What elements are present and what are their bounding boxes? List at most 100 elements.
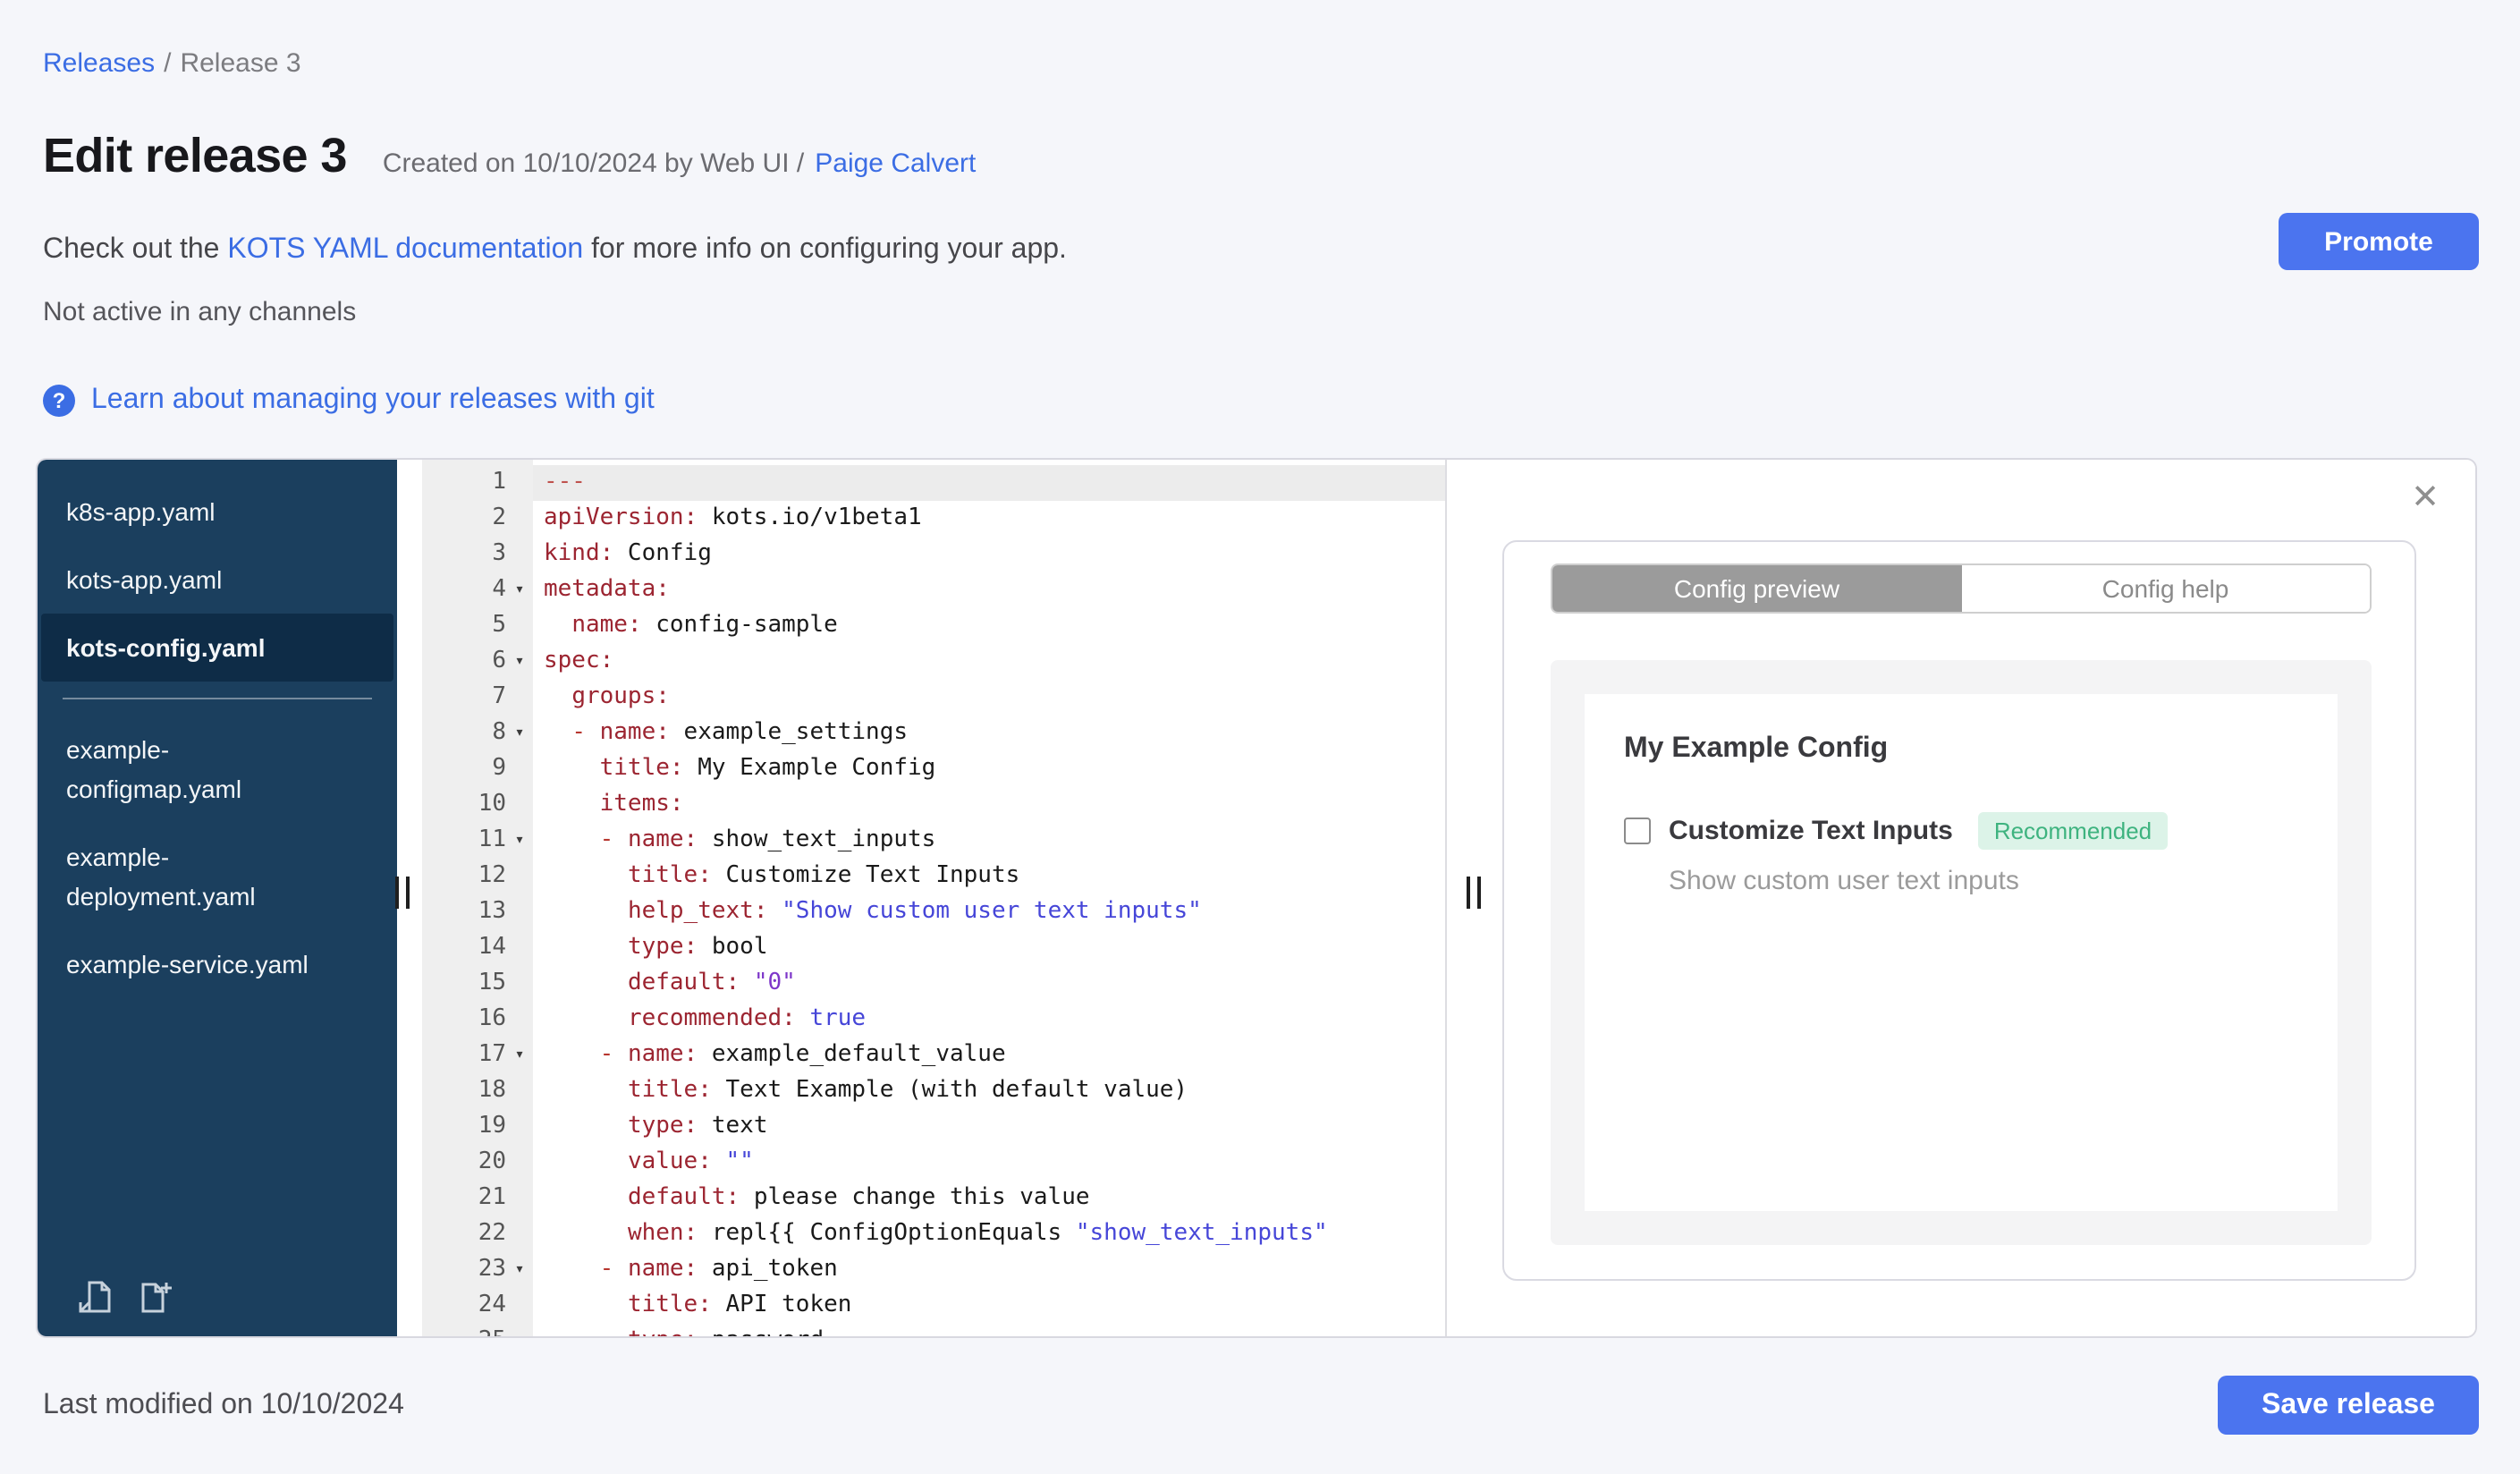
customize-text-inputs-checkbox[interactable]: [1624, 817, 1651, 844]
line-number: 23: [478, 1256, 506, 1283]
yaml-code-editor[interactable]: --- apiVersion: kots.io/v1beta1 kind: Conf…: [533, 460, 1445, 1336]
token-key: spec:: [544, 648, 614, 674]
code-line-24[interactable]: title: API token: [533, 1288, 1445, 1324]
breadcrumb: Releases / Release 3: [43, 48, 301, 79]
code-line-21[interactable]: default: please change this value: [533, 1181, 1445, 1216]
file-item-kots-config-yaml[interactable]: kots-config.yaml: [41, 614, 393, 682]
token-key: metadata:: [544, 576, 670, 603]
breadcrumb-releases-link[interactable]: Releases: [43, 48, 155, 79]
code-line-5[interactable]: name: config-sample: [533, 608, 1445, 644]
code-line-17[interactable]: - name: example_default_value: [533, 1038, 1445, 1073]
code-line-8[interactable]: - name: example_settings: [533, 716, 1445, 751]
code-line-23[interactable]: - name: api_token: [533, 1252, 1445, 1288]
new-file-icon[interactable]: [138, 1279, 173, 1315]
gutter-line-18: 18: [422, 1073, 533, 1109]
config-item-label[interactable]: Customize Text Inputs: [1669, 816, 1953, 846]
upload-file-icon[interactable]: [77, 1279, 113, 1315]
code-line-2[interactable]: apiVersion: kots.io/v1beta1: [533, 501, 1445, 537]
fold-toggle-icon[interactable]: ▾: [506, 644, 533, 680]
code-line-10[interactable]: items:: [533, 787, 1445, 823]
code-line-6[interactable]: spec:: [533, 644, 1445, 680]
code-line-18[interactable]: title: Text Example (with default value): [533, 1073, 1445, 1109]
code-line-13[interactable]: help_text: "Show custom user text inputs…: [533, 894, 1445, 930]
code-line-12[interactable]: title: Customize Text Inputs: [533, 859, 1445, 894]
file-item-k8s-app-yaml[interactable]: k8s-app.yaml: [38, 478, 397, 546]
line-number: 16: [478, 1005, 506, 1032]
code-line-4[interactable]: metadata:: [533, 572, 1445, 608]
code-line-1[interactable]: ---: [533, 465, 1445, 501]
created-text: Created on 10/10/2024 by Web UI /: [382, 148, 805, 179]
config-item-help-text: Show custom user text inputs: [1669, 866, 2019, 896]
page: Releases / Release 3 Edit release 3 Create…: [0, 0, 2520, 1474]
code-line-22[interactable]: when: repl{{ ConfigOptionEquals "show_te…: [533, 1216, 1445, 1252]
git-releases-link[interactable]: Learn about managing your releases with …: [91, 385, 655, 417]
preview-tab-toggle: Config preview Config help: [1551, 563, 2372, 614]
fold-toggle-icon[interactable]: ▾: [506, 1038, 533, 1073]
author-link[interactable]: Paige Calvert: [815, 148, 976, 179]
fold-toggle-icon[interactable]: ▾: [506, 572, 533, 608]
token-str: "show_text_inputs": [1075, 1220, 1328, 1247]
fold-toggle-icon[interactable]: ▾: [506, 716, 533, 751]
tab-config-preview[interactable]: Config preview: [1552, 565, 1961, 612]
token-key: default:: [627, 1184, 740, 1211]
token-plain: password: [698, 1327, 824, 1336]
gutter-line-3: 3: [422, 537, 533, 572]
file-item-example-deployment-yaml[interactable]: example-deployment.yaml: [38, 823, 397, 930]
code-line-15[interactable]: default: "0": [533, 966, 1445, 1002]
sidebar-resize-handle[interactable]: [395, 877, 410, 909]
config-preview-body: My Example Config Customize Text Inputs …: [1551, 660, 2372, 1245]
line-number: 8: [492, 719, 506, 746]
code-line-7[interactable]: groups:: [533, 680, 1445, 716]
code-line-11[interactable]: - name: show_text_inputs: [533, 823, 1445, 859]
code-line-25[interactable]: type: password: [533, 1324, 1445, 1336]
token-doc: ---: [544, 469, 586, 496]
file-item-example-service-yaml[interactable]: example-service.yaml: [38, 930, 397, 998]
line-number: 4: [492, 576, 506, 603]
code-line-19[interactable]: type: text: [533, 1109, 1445, 1145]
token-plain: repl{{ ConfigOptionEquals: [698, 1220, 1076, 1247]
tab-config-help[interactable]: Config help: [1961, 565, 2370, 612]
kots-yaml-docs-link[interactable]: KOTS YAML documentation: [227, 234, 583, 265]
code-line-9[interactable]: title: My Example Config: [533, 751, 1445, 787]
file-item-kots-app-yaml[interactable]: kots-app.yaml: [38, 546, 397, 614]
line-number: 10: [478, 791, 506, 817]
config-group-card: My Example Config Customize Text Inputs …: [1585, 694, 2338, 1211]
docs-suffix: for more info on configuring your app.: [583, 234, 1067, 265]
file-item-example-configmap-yaml[interactable]: example-configmap.yaml: [38, 716, 397, 823]
code-line-3[interactable]: kind: Config: [533, 537, 1445, 572]
token-dash: -: [571, 719, 600, 746]
line-number: 19: [478, 1113, 506, 1139]
line-number: 17: [478, 1041, 506, 1068]
code-line-20[interactable]: value: "": [533, 1145, 1445, 1181]
gutter-line-17: 17 ▾: [422, 1038, 533, 1073]
token-plain: Text Example (with default value): [711, 1077, 1188, 1104]
code-line-14[interactable]: type: bool: [533, 930, 1445, 966]
fold-toggle-icon[interactable]: ▾: [506, 1252, 533, 1288]
token-key: kind:: [544, 540, 614, 567]
code-line-16[interactable]: recommended: true: [533, 1002, 1445, 1038]
preview-resize-handle[interactable]: [1467, 877, 1481, 909]
line-number: 14: [478, 934, 506, 961]
token-num: "0": [753, 970, 796, 996]
gutter-line-6: 6 ▾: [422, 644, 533, 680]
gutter-line-1: 1: [422, 465, 533, 501]
token-key: title:: [599, 755, 684, 782]
token-str: "Show custom user text inputs": [782, 898, 1202, 925]
line-number: 11: [478, 826, 506, 853]
token-key: title:: [627, 1292, 712, 1318]
gutter-line-23: 23 ▾: [422, 1252, 533, 1288]
save-release-button[interactable]: Save release: [2218, 1376, 2479, 1435]
promote-button[interactable]: Promote: [2279, 213, 2479, 270]
token-plain: kots.io/v1beta1: [698, 504, 922, 531]
close-icon[interactable]: ✕: [2411, 481, 2440, 515]
fold-toggle-icon[interactable]: ▾: [506, 823, 533, 859]
file-sidebar: k8s-app.yaml kots-app.yaml kots-config.yam…: [38, 460, 397, 1336]
